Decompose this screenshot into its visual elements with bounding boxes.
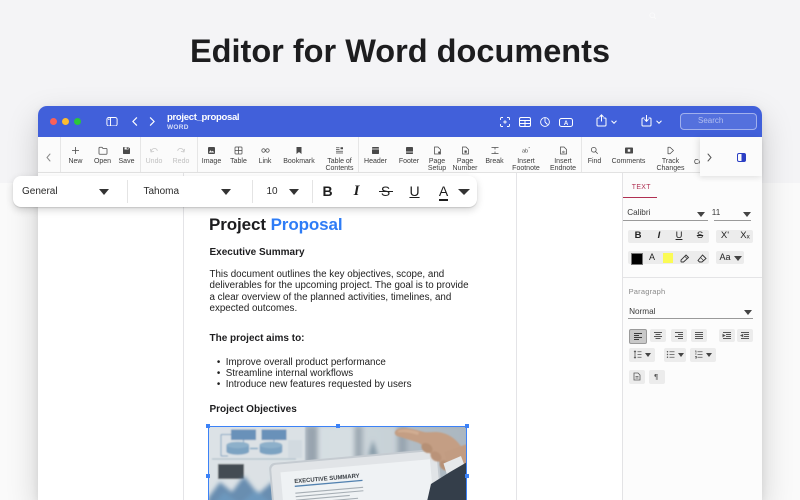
svg-text:ab: ab — [561, 150, 565, 154]
svg-text:¶: ¶ — [654, 372, 658, 381]
svg-text:ab: ab — [522, 149, 528, 155]
svg-text:A: A — [564, 120, 569, 126]
